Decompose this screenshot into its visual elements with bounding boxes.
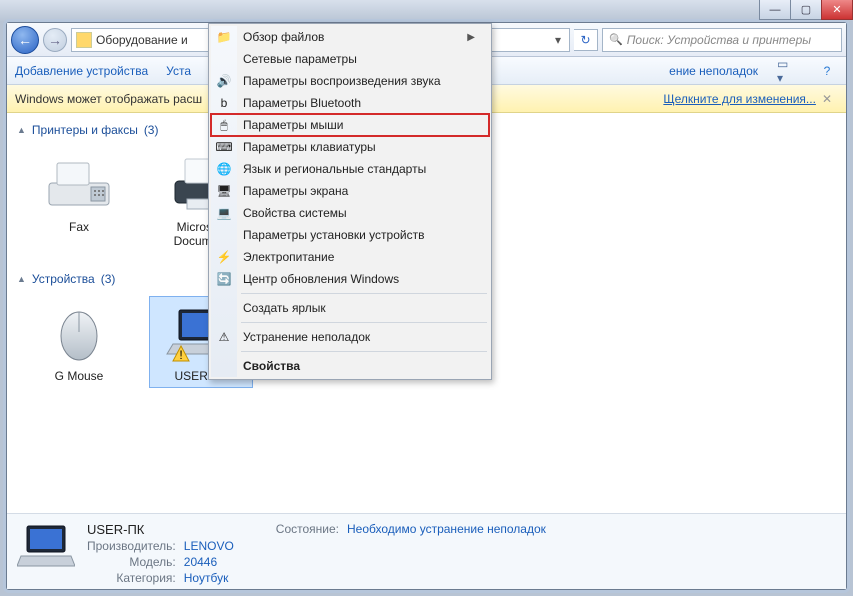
menu-item-icon: ⚡ bbox=[216, 249, 232, 265]
menu-item-label: Свойства bbox=[243, 359, 300, 373]
menu-item[interactable]: 🔄 Центр обновления Windows bbox=[211, 268, 489, 290]
group-count: (3) bbox=[144, 123, 159, 137]
details-key: Производитель: bbox=[87, 539, 176, 553]
details-key: Категория: bbox=[87, 571, 176, 585]
details-status-val: Необходимо устранение неполадок bbox=[347, 522, 546, 581]
menu-item[interactable]: 🌐 Язык и региональные стандарты bbox=[211, 158, 489, 180]
address-text: Оборудование и bbox=[96, 33, 188, 47]
details-val: Ноутбук bbox=[184, 571, 234, 585]
menu-separator bbox=[241, 322, 487, 323]
menu-item-label: Свойства системы bbox=[243, 206, 347, 220]
menu-item-icon: 🖥 bbox=[216, 183, 232, 199]
menu-item-label: Язык и региональные стандарты bbox=[243, 162, 426, 176]
device-item-fax[interactable]: Fax bbox=[27, 147, 131, 254]
menu-item-icon: b bbox=[216, 95, 232, 111]
menu-item-icon: 🔄 bbox=[216, 271, 232, 287]
chevron-down-icon: ▲ bbox=[17, 274, 26, 284]
help-icon[interactable]: ? bbox=[816, 61, 838, 81]
search-input[interactable]: Поиск: Устройства и принтеры bbox=[602, 28, 842, 52]
menu-item[interactable]: b Параметры Bluetooth bbox=[211, 92, 489, 114]
context-menu: 📁 Обзор файлов ▶ Сетевые параметры 🔊 Параметр… bbox=[208, 23, 492, 380]
group-title: Устройства bbox=[32, 272, 95, 286]
device-label: G Mouse bbox=[55, 369, 104, 383]
address-dropdown-icon[interactable]: ▾ bbox=[551, 33, 565, 47]
menu-separator bbox=[241, 351, 487, 352]
forward-button[interactable]: → bbox=[43, 28, 67, 52]
menu-item[interactable]: 🖥 Параметры экрана bbox=[211, 180, 489, 202]
details-thumb-icon bbox=[17, 522, 75, 572]
fax-icon bbox=[42, 152, 116, 216]
details-title: USER-ПК bbox=[87, 522, 234, 537]
mouse-icon bbox=[42, 301, 116, 365]
menu-item-label: Параметры установки устройств bbox=[243, 228, 424, 242]
details-val: 20446 bbox=[184, 555, 234, 569]
info-bar-close-icon[interactable]: ✕ bbox=[816, 92, 838, 106]
context-menu-list: 📁 Обзор файлов ▶ Сетевые параметры 🔊 Параметр… bbox=[211, 26, 489, 377]
details-meta: USER-ПК Производитель: LENOVO Модель: 20… bbox=[87, 522, 234, 581]
chevron-down-icon: ▲ bbox=[17, 125, 26, 135]
back-button[interactable]: ← bbox=[11, 26, 39, 54]
submenu-arrow-icon: ▶ bbox=[467, 32, 475, 43]
menu-item-label: Параметры экрана bbox=[243, 184, 348, 198]
menu-item-label: Параметры воспроизведения звука bbox=[243, 74, 441, 88]
svg-text:!: ! bbox=[179, 348, 182, 362]
minimize-button[interactable]: — bbox=[759, 0, 791, 20]
menu-item-label: Устранение неполадок bbox=[243, 330, 370, 344]
menu-item[interactable]: 🖱 Параметры мыши bbox=[211, 114, 489, 136]
menu-item[interactable]: ⌨ Параметры клавиатуры bbox=[211, 136, 489, 158]
menu-item[interactable]: Сетевые параметры bbox=[211, 48, 489, 70]
maximize-button[interactable]: ▢ bbox=[790, 0, 822, 20]
group-title: Принтеры и факсы bbox=[32, 123, 138, 137]
browser-tab-strip bbox=[0, 0, 853, 22]
install-link[interactable]: Уста bbox=[166, 64, 191, 78]
menu-item-label: Параметры клавиатуры bbox=[243, 140, 376, 154]
explorer-window: ← → Оборудование и ▾ ↻ Поиск: Устройства… bbox=[6, 22, 847, 590]
menu-item[interactable]: 🔊 Параметры воспроизведения звука bbox=[211, 70, 489, 92]
info-bar-link[interactable]: Щелкните для изменения... bbox=[663, 92, 816, 106]
menu-item-icon: ⌨ bbox=[216, 139, 232, 155]
info-bar-text: Windows может отображать расш bbox=[15, 92, 202, 106]
menu-item[interactable]: 📁 Обзор файлов ▶ bbox=[211, 26, 489, 48]
add-device-link[interactable]: Добавление устройства bbox=[15, 64, 148, 78]
group-count: (3) bbox=[101, 272, 116, 286]
menu-item-icon: 💻 bbox=[216, 205, 232, 221]
details-key: Модель: bbox=[87, 555, 176, 569]
menu-item[interactable]: ⚠ Устранение неполадок bbox=[211, 326, 489, 348]
menu-item[interactable]: ⚡ Электропитание bbox=[211, 246, 489, 268]
troubleshoot-link[interactable]: ение неполадок bbox=[669, 64, 758, 78]
menu-item-icon: 🔊 bbox=[216, 73, 232, 89]
menu-item[interactable]: 💻 Свойства системы bbox=[211, 202, 489, 224]
menu-item-label: Центр обновления Windows bbox=[243, 272, 399, 286]
menu-item-label: Параметры Bluetooth bbox=[243, 96, 361, 110]
menu-item-label: Сетевые параметры bbox=[243, 52, 357, 66]
details-pane: USER-ПК Производитель: LENOVO Модель: 20… bbox=[7, 513, 846, 589]
printer-icon bbox=[76, 32, 92, 48]
details-status: Состояние: Необходимо устранение неполад… bbox=[276, 522, 546, 581]
menu-item-label: Создать ярлык bbox=[243, 301, 326, 315]
refresh-button[interactable]: ↻ bbox=[574, 29, 598, 51]
menu-item-icon: 🌐 bbox=[216, 161, 232, 177]
details-val: LENOVO bbox=[184, 539, 234, 553]
device-item-mouse[interactable]: G Mouse bbox=[27, 296, 131, 388]
menu-item[interactable]: Свойства bbox=[211, 355, 489, 377]
search-placeholder: Поиск: Устройства и принтеры bbox=[627, 33, 811, 47]
close-button[interactable]: ✕ bbox=[821, 0, 853, 20]
menu-item[interactable]: Создать ярлык bbox=[211, 297, 489, 319]
menu-item-label: Параметры мыши bbox=[243, 118, 344, 132]
caption-buttons: — ▢ ✕ bbox=[759, 0, 853, 20]
warning-icon: ! bbox=[172, 345, 190, 363]
menu-item[interactable]: Параметры установки устройств bbox=[211, 224, 489, 246]
menu-separator bbox=[241, 293, 487, 294]
menu-item-icon: 🖱 bbox=[216, 117, 232, 133]
device-label: Fax bbox=[69, 220, 89, 234]
menu-item-label: Обзор файлов bbox=[243, 30, 324, 44]
menu-item-icon: 📁 bbox=[216, 29, 232, 45]
details-status-key: Состояние: bbox=[276, 522, 339, 581]
menu-item-icon: ⚠ bbox=[216, 329, 232, 345]
menu-item-label: Электропитание bbox=[243, 250, 334, 264]
view-options-icon[interactable]: ▭ ▾ bbox=[776, 61, 798, 81]
